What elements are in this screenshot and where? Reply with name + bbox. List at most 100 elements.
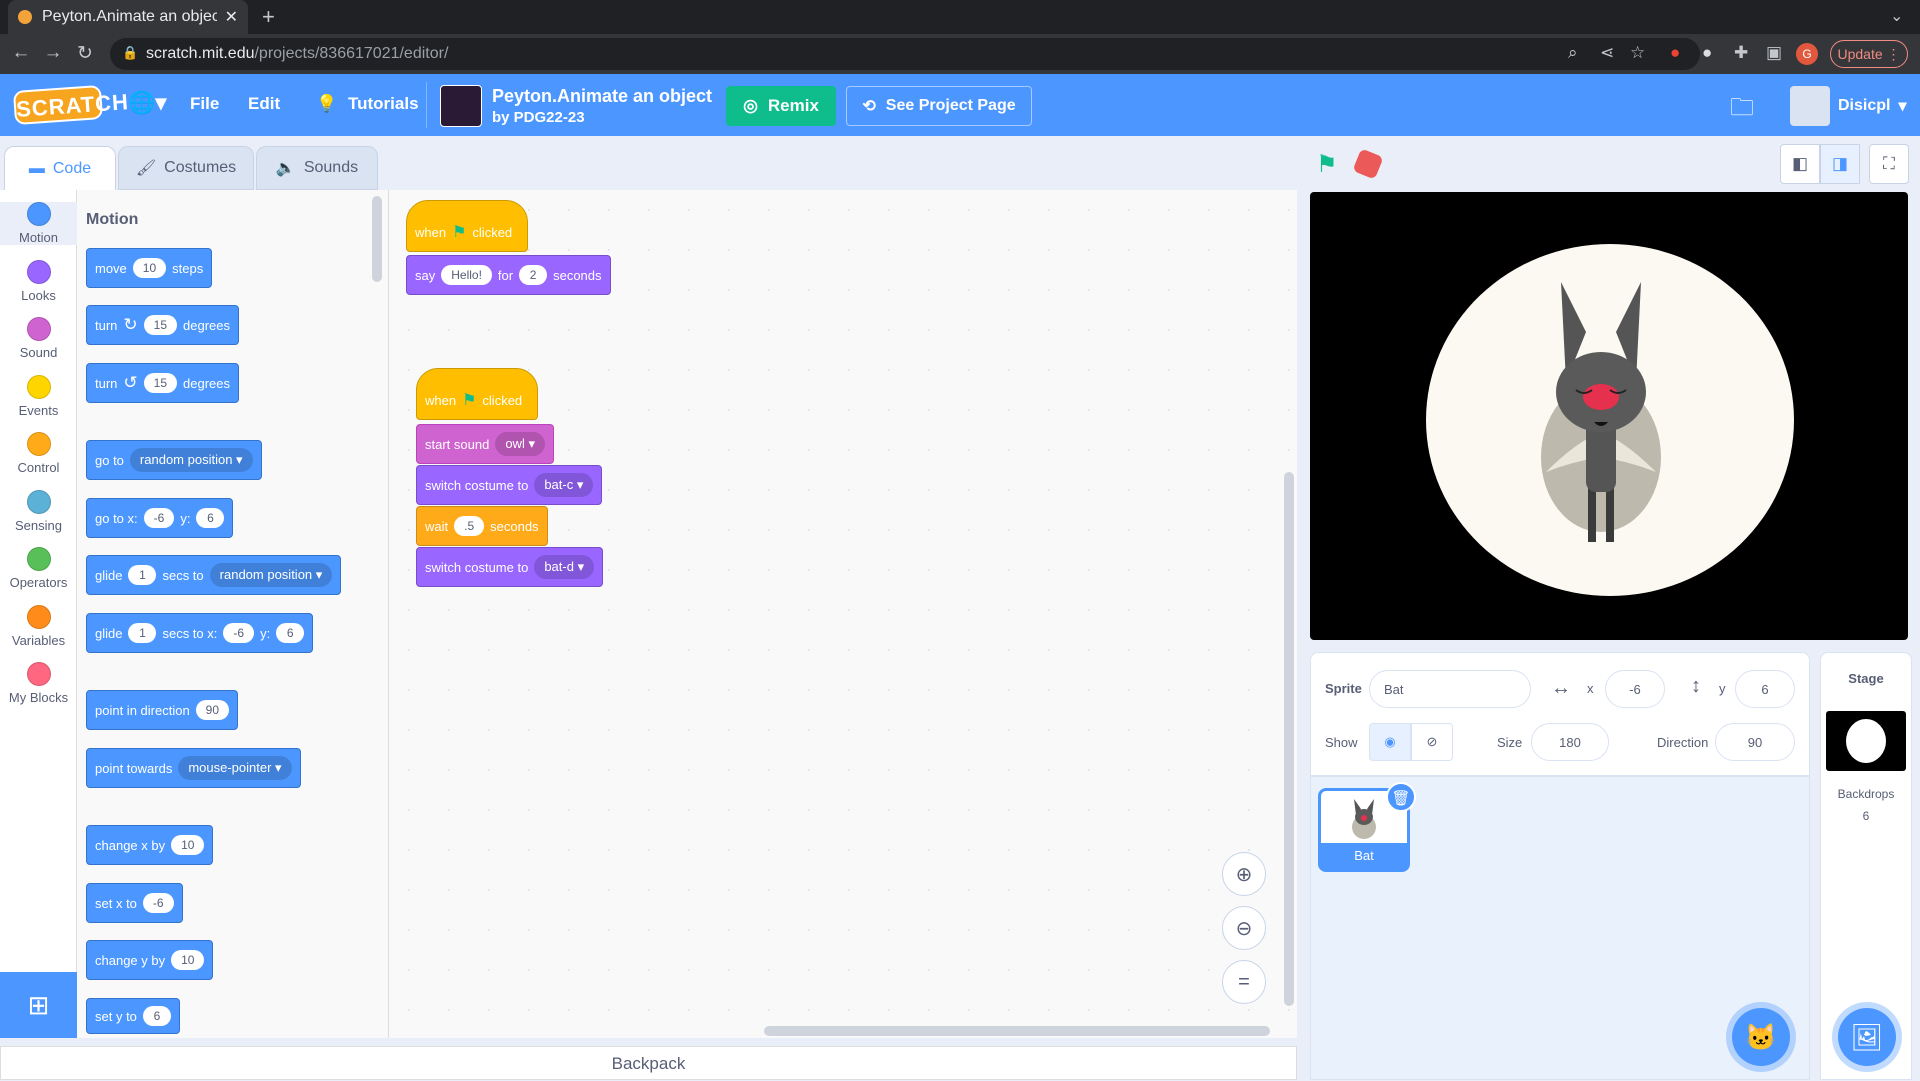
block-set-y[interactable]: set y to 6 <box>86 998 180 1034</box>
extensions-puzzle-icon[interactable]: ✚ <box>1734 43 1748 63</box>
reload-icon[interactable]: ↻ <box>70 42 100 65</box>
sound-dropdown[interactable]: owl ▾ <box>495 432 545 456</box>
number-input[interactable]: 15 <box>143 373 178 393</box>
language-globe-icon[interactable]: 🌐▾ <box>128 90 166 116</box>
account-menu[interactable]: Disicpl ▾ <box>1790 86 1907 126</box>
tab-sounds[interactable]: 🔈 Sounds <box>256 146 378 190</box>
secs-input[interactable]: 1 <box>128 623 157 643</box>
stop-button[interactable] <box>1352 148 1384 180</box>
tab-search-icon[interactable]: ⌄ <box>1890 6 1903 26</box>
close-tab-icon[interactable]: ✕ <box>225 7 238 27</box>
scratch-logo[interactable]: SCRATCH <box>12 84 130 126</box>
tab-code[interactable]: ▬ Code <box>4 146 116 190</box>
block-turn-right[interactable]: turn ↻ 15 degrees <box>86 305 239 345</box>
workspace-horizontal-scrollbar[interactable] <box>764 1026 1270 1036</box>
category-events[interactable]: Events <box>0 375 77 418</box>
number-input[interactable]: 10 <box>171 835 205 855</box>
position-dropdown[interactable]: random position ▾ <box>209 563 333 587</box>
block-change-x[interactable]: change x by 10 <box>86 825 214 865</box>
y-input[interactable]: 6 <box>196 508 225 528</box>
block-switch-costume[interactable]: switch costume to bat-c ▾ <box>416 465 603 505</box>
file-menu[interactable]: File <box>190 94 219 114</box>
project-author[interactable]: by PDG22-23 <box>492 109 585 126</box>
bookmark-star-icon[interactable]: ☆ <box>1630 43 1645 63</box>
choose-sprite-button[interactable]: 🐱 <box>1732 1008 1790 1066</box>
delete-sprite-button[interactable]: 🗑 <box>1386 782 1416 812</box>
sprite-name-input[interactable]: Bat <box>1369 670 1531 708</box>
block-turn-left[interactable]: turn ↺ 15 degrees <box>86 363 239 403</box>
number-input[interactable]: 10 <box>132 258 167 278</box>
block-change-y[interactable]: change y by 10 <box>86 940 214 980</box>
x-input[interactable]: -6 <box>1605 670 1665 708</box>
block-point-in-direction[interactable]: point in direction 90 <box>86 690 239 730</box>
extension-circle-icon[interactable]: ● <box>1702 43 1712 63</box>
direction-input[interactable]: 90 <box>195 700 230 720</box>
category-operators[interactable]: Operators <box>0 547 77 590</box>
message-input[interactable]: Hello! <box>441 265 492 285</box>
target-dropdown[interactable]: mouse-pointer ▾ <box>178 756 292 780</box>
tab-costumes[interactable]: 🖌 Costumes <box>118 146 254 190</box>
category-motion[interactable]: Motion <box>0 202 77 245</box>
zoom-out-button[interactable]: ⊖ <box>1222 906 1266 950</box>
block-switch-costume[interactable]: switch costume to bat-d ▾ <box>416 547 604 587</box>
zoom-icon[interactable]: ⌕ <box>1568 43 1578 63</box>
block-start-sound[interactable]: start sound owl ▾ <box>416 424 554 464</box>
number-input[interactable]: 10 <box>171 950 205 970</box>
secs-input[interactable]: 1 <box>128 565 157 585</box>
fullscreen-button[interactable]: ⛶ <box>1869 144 1909 184</box>
category-my-blocks[interactable]: My Blocks <box>0 662 77 705</box>
workspace-vertical-scrollbar[interactable] <box>1284 472 1294 1006</box>
block-go-to-xy[interactable]: go to x: -6 y: 6 <box>86 498 234 538</box>
number-input[interactable]: 15 <box>143 315 178 335</box>
add-extension-button[interactable]: ⊞ <box>0 972 77 1038</box>
category-control[interactable]: Control <box>0 432 77 475</box>
x-input[interactable]: -6 <box>223 623 255 643</box>
block-move-steps[interactable]: move 10 steps <box>86 248 213 288</box>
category-looks[interactable]: Looks <box>0 260 77 303</box>
block-wait-secs[interactable]: wait .5 seconds <box>416 506 548 546</box>
green-flag-button[interactable]: ⚑ <box>1316 150 1338 179</box>
new-tab-icon[interactable]: + <box>262 4 275 30</box>
y-input[interactable]: 6 <box>276 623 305 643</box>
profile-avatar[interactable]: G <box>1796 43 1818 65</box>
secs-input[interactable]: .5 <box>454 516 485 536</box>
zoom-in-button[interactable]: ⊕ <box>1222 852 1266 896</box>
x-input[interactable]: -6 <box>143 508 175 528</box>
number-input[interactable]: -6 <box>142 893 174 913</box>
block-go-to[interactable]: go to random position ▾ <box>86 440 262 480</box>
category-sensing[interactable]: Sensing <box>0 490 77 533</box>
block-say-for-secs[interactable]: say Hello! for 2 seconds <box>406 255 611 295</box>
choose-backdrop-button[interactable]: 🖼 <box>1838 1008 1896 1066</box>
when-flag-clicked-hat[interactable]: when ⚑ clicked <box>406 200 528 252</box>
direction-input[interactable]: 90 <box>1715 723 1795 761</box>
edit-menu[interactable]: Edit <box>248 94 280 114</box>
browser-tab[interactable]: Peyton.Animate an object ✕ <box>8 0 248 34</box>
forward-icon[interactable]: → <box>38 42 68 64</box>
remix-button[interactable]: ◎ Remix <box>726 86 836 126</box>
normal-stage-button[interactable]: ◨ <box>1820 144 1860 184</box>
side-panel-icon[interactable]: ▣ <box>1766 43 1782 63</box>
backpack-bar[interactable]: Backpack <box>0 1046 1297 1080</box>
zoom-reset-button[interactable]: = <box>1222 960 1266 1004</box>
see-project-page-button[interactable]: ⟲ See Project Page <box>846 86 1032 126</box>
address-bar[interactable]: 🔒 scratch.mit.edu/projects/836617021/edi… <box>110 38 1700 70</box>
my-stuff-folder-icon[interactable]: 🗀 <box>1730 90 1754 131</box>
stage-canvas[interactable] <box>1310 192 1908 640</box>
show-visible-button[interactable]: ◉ <box>1369 723 1411 761</box>
back-icon[interactable]: ← <box>6 42 36 64</box>
block-glide-to-xy[interactable]: glide 1 secs to x: -6 y: 6 <box>86 613 314 653</box>
secs-input[interactable]: 2 <box>519 265 548 285</box>
show-hidden-button[interactable]: ⊘ <box>1411 723 1453 761</box>
block-point-towards[interactable]: point towards mouse-pointer ▾ <box>86 748 301 788</box>
small-stage-button[interactable]: ◧ <box>1780 144 1820 184</box>
category-sound[interactable]: Sound <box>0 317 77 360</box>
bat-sprite[interactable] <box>1536 272 1666 544</box>
palette-scrollbar[interactable] <box>372 196 382 282</box>
extension-icon[interactable]: ● <box>1670 43 1680 63</box>
block-glide-to[interactable]: glide 1 secs to random position ▾ <box>86 555 342 595</box>
y-input[interactable]: 6 <box>1735 670 1795 708</box>
costume-dropdown[interactable]: bat-c ▾ <box>534 473 594 497</box>
update-button[interactable]: Update ⋮ <box>1830 40 1908 68</box>
category-variables[interactable]: Variables <box>0 605 77 648</box>
share-icon[interactable]: ⋖ <box>1600 43 1614 63</box>
